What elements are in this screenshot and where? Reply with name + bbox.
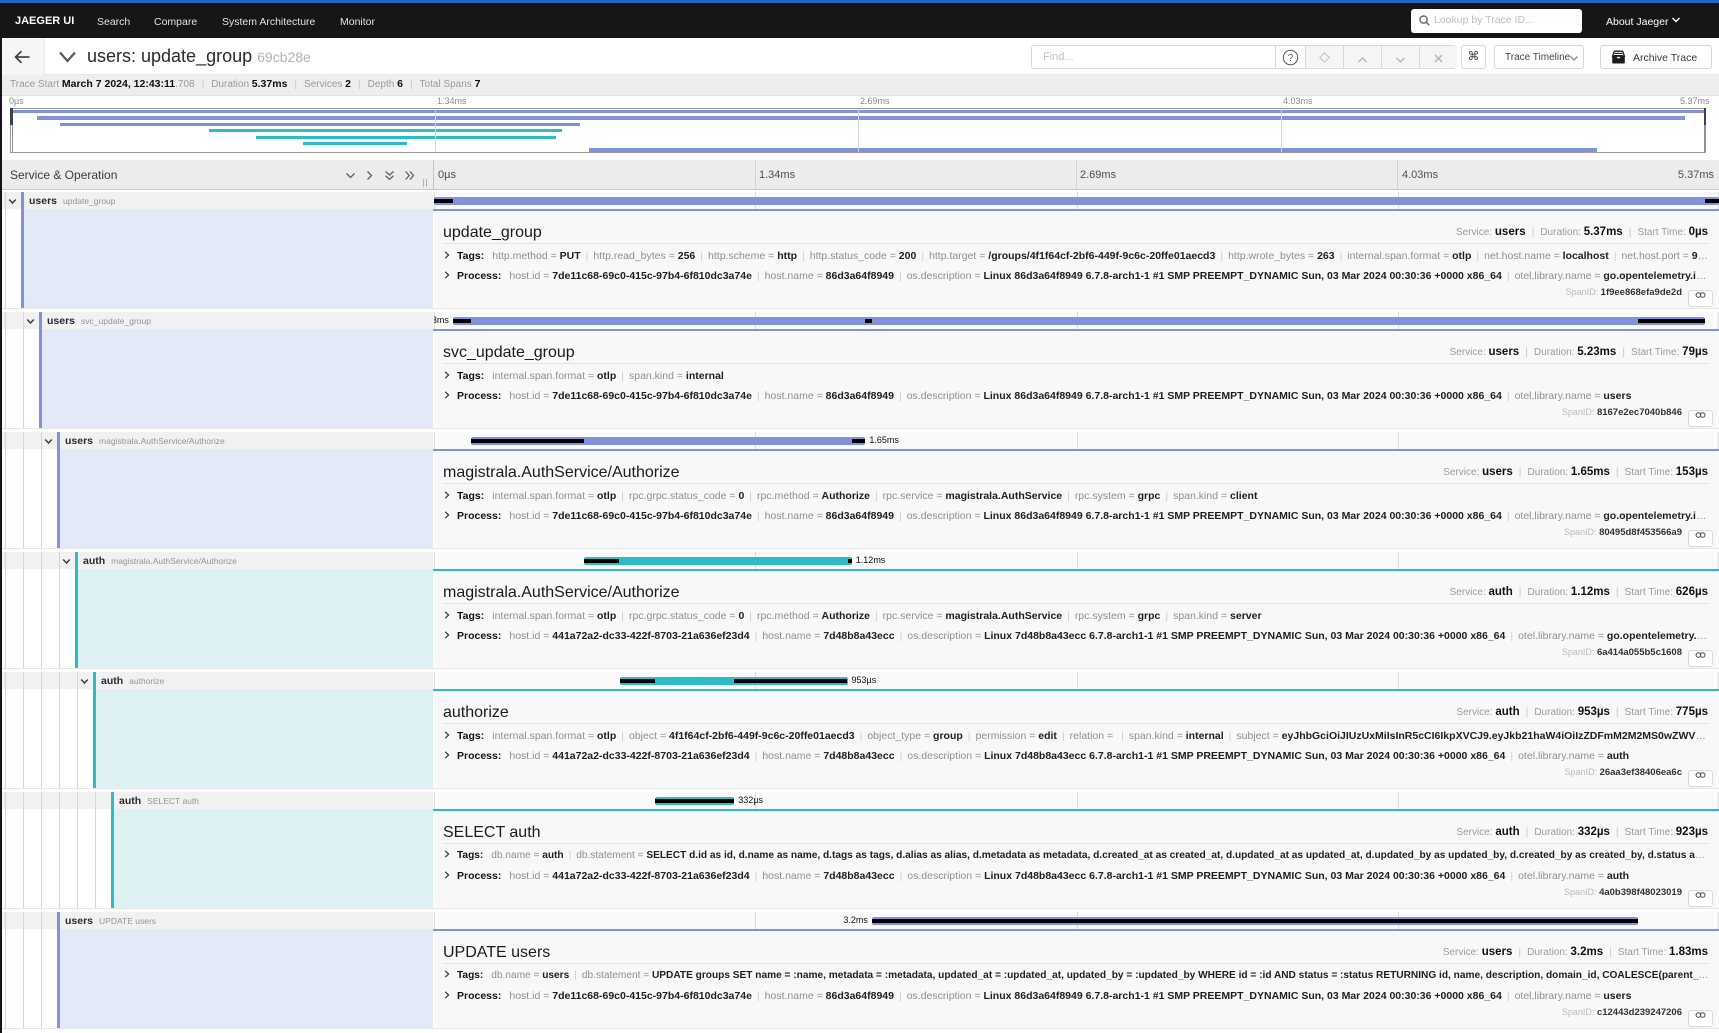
- svg-text:?: ?: [1288, 53, 1294, 64]
